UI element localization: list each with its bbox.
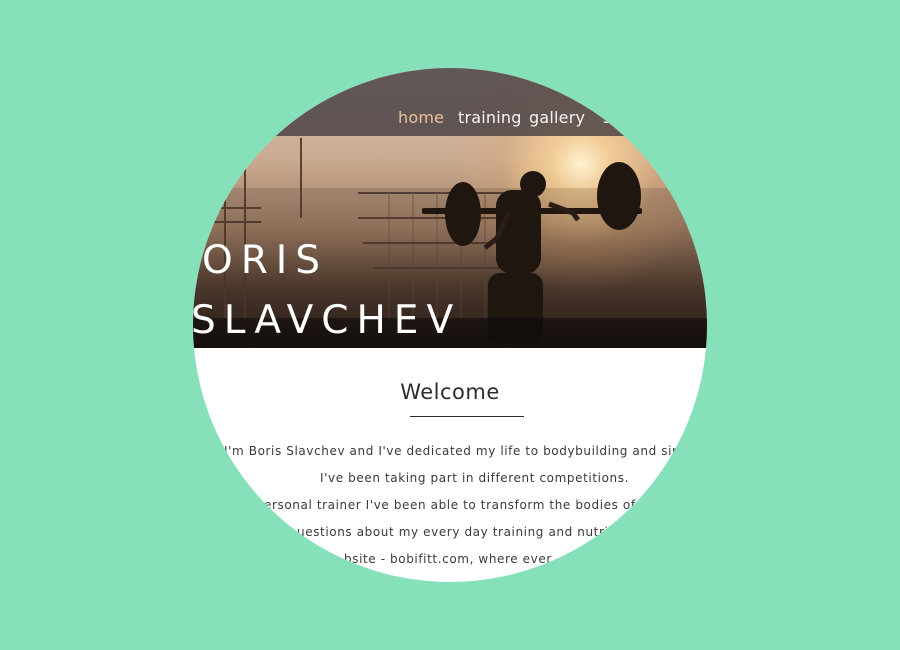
hero-title-line-2: SLAVCHEV xyxy=(193,298,462,343)
nav-home[interactable]: home xyxy=(398,108,444,127)
welcome-underline xyxy=(410,416,524,417)
website-preview-circle: home training gallery s ORIS SLAVCHEV We… xyxy=(193,68,707,582)
intro-line-1: I'm Boris Slavchev and I've dedicated my… xyxy=(224,444,707,458)
intro-line-5: bsite - bobifitt.com, where ever xyxy=(344,552,552,566)
nav-partial-item[interactable]: s xyxy=(603,108,612,127)
intro-line-3: ersonal trainer I've been able to transf… xyxy=(264,498,661,512)
intro-line-4: uestions about my every day training and… xyxy=(297,525,614,539)
welcome-heading: Welcome xyxy=(400,380,500,404)
top-navbar: home training gallery s xyxy=(193,68,707,136)
intro-line-2: I've been taking part in different compe… xyxy=(320,471,629,485)
hero-title-line-1: ORIS xyxy=(202,238,329,283)
nav-gallery[interactable]: gallery xyxy=(529,108,585,127)
nav-training[interactable]: training xyxy=(458,108,522,127)
hero-banner: home training gallery s ORIS SLAVCHEV xyxy=(193,68,707,348)
